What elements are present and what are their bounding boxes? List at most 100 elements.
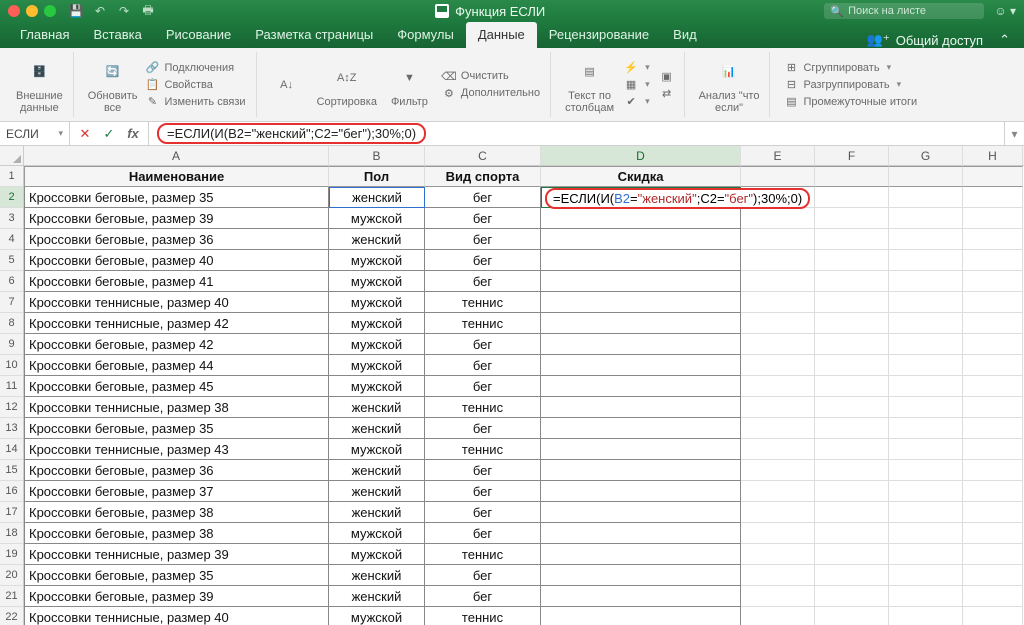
cell-B18[interactable]: мужской xyxy=(329,523,425,544)
cell-A16[interactable]: Кроссовки беговые, размер 37 xyxy=(24,481,329,502)
row-header-16[interactable]: 16 xyxy=(0,481,23,502)
header-cell-D[interactable]: Скидка xyxy=(541,166,741,187)
cell-F15[interactable] xyxy=(815,460,889,481)
cell-G10[interactable] xyxy=(889,355,963,376)
row-header-19[interactable]: 19 xyxy=(0,544,23,565)
cell-D7[interactable] xyxy=(541,292,741,313)
consolidate-button[interactable]: ▣ xyxy=(660,69,674,83)
cell-E6[interactable] xyxy=(741,271,815,292)
close-window-button[interactable] xyxy=(8,5,20,17)
remove-dup-button[interactable]: ▦▾ xyxy=(624,78,650,92)
cell-D8[interactable] xyxy=(541,313,741,334)
cell-H21[interactable] xyxy=(963,586,1023,607)
cell-A21[interactable]: Кроссовки беговые, размер 39 xyxy=(24,586,329,607)
row-header-6[interactable]: 6 xyxy=(0,271,23,292)
cell-C12[interactable]: теннис xyxy=(425,397,541,418)
cell-G18[interactable] xyxy=(889,523,963,544)
row-header-3[interactable]: 3 xyxy=(0,208,23,229)
sheet-search[interactable]: 🔍 Поиск на листе xyxy=(824,3,984,19)
cell-H5[interactable] xyxy=(963,250,1023,271)
cell-B14[interactable]: мужской xyxy=(329,439,425,460)
cell-G4[interactable] xyxy=(889,229,963,250)
row-header-4[interactable]: 4 xyxy=(0,229,23,250)
row-header-12[interactable]: 12 xyxy=(0,397,23,418)
row-headers[interactable]: 12345678910111213141516171819202122 xyxy=(0,166,24,625)
cell-H19[interactable] xyxy=(963,544,1023,565)
cell-G12[interactable] xyxy=(889,397,963,418)
cell-E21[interactable] xyxy=(741,586,815,607)
cell-H20[interactable] xyxy=(963,565,1023,586)
cell-H8[interactable] xyxy=(963,313,1023,334)
cell-E15[interactable] xyxy=(741,460,815,481)
cell-C9[interactable]: бег xyxy=(425,334,541,355)
cell-C19[interactable]: теннис xyxy=(425,544,541,565)
filter-button[interactable]: ▼Фильтр xyxy=(391,62,428,108)
cell-D5[interactable] xyxy=(541,250,741,271)
cell-edit-overlay[interactable]: =ЕСЛИ(И(B2="женский";C2="бег");30%;0) xyxy=(545,188,810,209)
row-header-11[interactable]: 11 xyxy=(0,376,23,397)
cell-B5[interactable]: мужской xyxy=(329,250,425,271)
tab-формулы[interactable]: Формулы xyxy=(385,22,466,48)
cell-B10[interactable]: мужской xyxy=(329,355,425,376)
tab-вставка[interactable]: Вставка xyxy=(81,22,153,48)
cell-C7[interactable]: теннис xyxy=(425,292,541,313)
tab-рисование[interactable]: Рисование xyxy=(154,22,243,48)
cell-A17[interactable]: Кроссовки беговые, размер 38 xyxy=(24,502,329,523)
cell-A9[interactable]: Кроссовки беговые, размер 42 xyxy=(24,334,329,355)
cell-A12[interactable]: Кроссовки теннисные, размер 38 xyxy=(24,397,329,418)
cell-D10[interactable] xyxy=(541,355,741,376)
cell-A20[interactable]: Кроссовки беговые, размер 35 xyxy=(24,565,329,586)
edit-links-button[interactable]: ✎Изменить связи xyxy=(146,95,246,109)
cell-G6[interactable] xyxy=(889,271,963,292)
cell-H6[interactable] xyxy=(963,271,1023,292)
cell-C8[interactable]: теннис xyxy=(425,313,541,334)
cell-F11[interactable] xyxy=(815,376,889,397)
cell-D16[interactable] xyxy=(541,481,741,502)
header-cell-H[interactable] xyxy=(963,166,1023,187)
cell-E8[interactable] xyxy=(741,313,815,334)
cell-C2[interactable]: бег xyxy=(425,187,541,208)
cell-F8[interactable] xyxy=(815,313,889,334)
cell-E4[interactable] xyxy=(741,229,815,250)
cell-F19[interactable] xyxy=(815,544,889,565)
cell-B3[interactable]: мужской xyxy=(329,208,425,229)
tab-разметка страницы[interactable]: Разметка страницы xyxy=(243,22,385,48)
undo-icon[interactable]: ↶ xyxy=(92,3,108,19)
cell-H13[interactable] xyxy=(963,418,1023,439)
cell-F17[interactable] xyxy=(815,502,889,523)
ungroup-button[interactable]: ⊟Разгруппировать▾ xyxy=(784,78,901,92)
cell-H14[interactable] xyxy=(963,439,1023,460)
row-header-17[interactable]: 17 xyxy=(0,502,23,523)
cell-G7[interactable] xyxy=(889,292,963,313)
cell-H16[interactable] xyxy=(963,481,1023,502)
cell-F4[interactable] xyxy=(815,229,889,250)
cell-F20[interactable] xyxy=(815,565,889,586)
cell-F9[interactable] xyxy=(815,334,889,355)
row-header-10[interactable]: 10 xyxy=(0,355,23,376)
cell-E11[interactable] xyxy=(741,376,815,397)
worksheet[interactable]: ABCDEFGH 1234567891011121314151617181920… xyxy=(0,146,1024,625)
cell-D11[interactable] xyxy=(541,376,741,397)
print-icon[interactable]: 🖶 xyxy=(140,3,156,19)
cell-H9[interactable] xyxy=(963,334,1023,355)
cell-G22[interactable] xyxy=(889,607,963,625)
column-header-E[interactable]: E xyxy=(741,146,815,165)
sort-button[interactable]: A↕ZСортировка xyxy=(317,62,377,108)
cell-C3[interactable]: бег xyxy=(425,208,541,229)
column-headers[interactable]: ABCDEFGH xyxy=(24,146,1024,166)
cell-D21[interactable] xyxy=(541,586,741,607)
cell-C17[interactable]: бег xyxy=(425,502,541,523)
column-header-B[interactable]: B xyxy=(329,146,425,165)
row-header-20[interactable]: 20 xyxy=(0,565,23,586)
row-header-1[interactable]: 1 xyxy=(0,166,23,187)
cell-F12[interactable] xyxy=(815,397,889,418)
cell-A5[interactable]: Кроссовки беговые, размер 40 xyxy=(24,250,329,271)
cell-B21[interactable]: женский xyxy=(329,586,425,607)
cell-A19[interactable]: Кроссовки теннисные, размер 39 xyxy=(24,544,329,565)
cell-E9[interactable] xyxy=(741,334,815,355)
user-account-icon[interactable]: ☺ ▾ xyxy=(994,4,1016,18)
cell-A11[interactable]: Кроссовки беговые, размер 45 xyxy=(24,376,329,397)
row-header-14[interactable]: 14 xyxy=(0,439,23,460)
cell-D22[interactable] xyxy=(541,607,741,625)
cell-F5[interactable] xyxy=(815,250,889,271)
